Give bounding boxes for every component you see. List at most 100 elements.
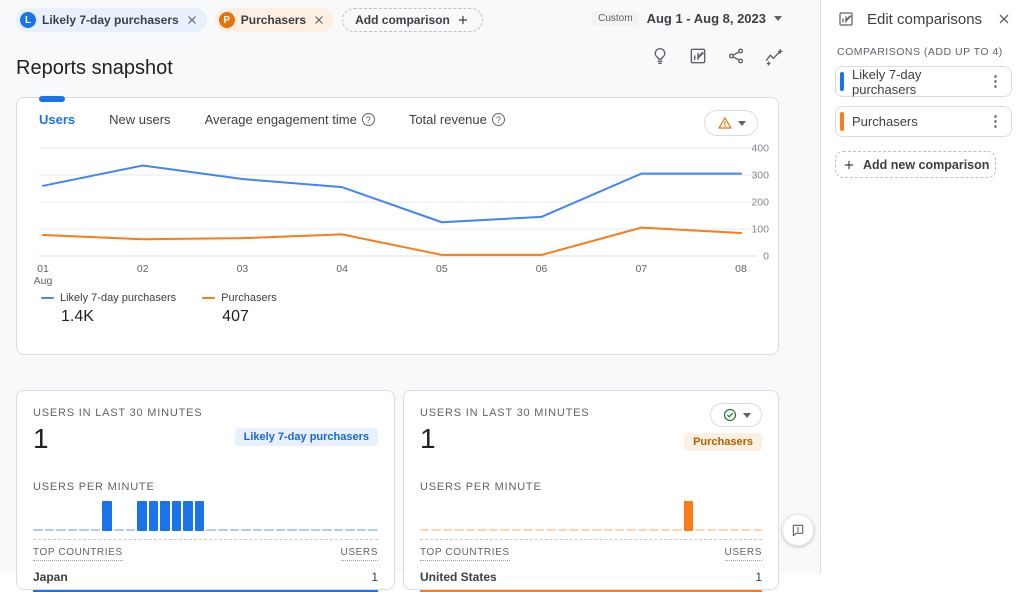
add-comparison-button[interactable]: Add comparison xyxy=(342,8,483,32)
svg-text:08: 08 xyxy=(735,263,747,275)
realtime-card-purchasers: USERS IN LAST 30 MINUTES 1 Purchasers US… xyxy=(403,390,779,590)
comparison-chips-row: L Likely 7-day purchasers P Purchasers A… xyxy=(16,8,483,32)
insights-sparkline-icon[interactable] xyxy=(764,46,784,66)
comparison-chip-label: Purchasers xyxy=(241,13,306,27)
data-quality-ok-button[interactable] xyxy=(710,403,762,427)
users-per-minute-bars xyxy=(420,499,762,531)
comparison-item-likely-7-day[interactable]: Likely 7-day purchasers xyxy=(835,66,1012,97)
warning-triangle-icon xyxy=(717,115,733,131)
add-new-comparison-label: Add new comparison xyxy=(863,158,989,172)
svg-text:05: 05 xyxy=(436,263,448,275)
comparison-badge: Likely 7-day purchasers xyxy=(235,428,378,446)
tab-new-users[interactable]: New users xyxy=(109,112,170,127)
top-countries-table: TOP COUNTRIES USERS Japan 1 xyxy=(33,539,378,592)
active-tab-indicator xyxy=(39,96,65,102)
date-range-selector[interactable]: Custom Aug 1 - Aug 8, 2023 xyxy=(592,11,782,26)
comparison-accent-bar xyxy=(840,72,844,91)
plus-icon xyxy=(842,158,856,172)
top-countries-header[interactable]: TOP COUNTRIES xyxy=(420,547,510,561)
country-users: 1 xyxy=(371,570,378,584)
comparison-chip-label: Likely 7-day purchasers xyxy=(42,13,179,27)
help-icon[interactable] xyxy=(362,113,375,126)
legend-dash-icon xyxy=(202,297,215,299)
comparison-accent-bar xyxy=(840,112,844,131)
table-row: United States 1 xyxy=(420,561,762,592)
share-icon[interactable] xyxy=(726,46,746,66)
users-header[interactable]: USERS xyxy=(341,547,378,561)
users-header[interactable]: USERS xyxy=(725,547,762,561)
top-countries-table: TOP COUNTRIES USERS United States 1 xyxy=(420,539,762,592)
chevron-down-icon xyxy=(774,16,782,21)
svg-text:300: 300 xyxy=(751,170,769,182)
comparison-item-label: Likely 7-day purchasers xyxy=(852,67,988,97)
svg-text:100: 100 xyxy=(751,224,769,236)
plus-icon xyxy=(456,13,470,27)
tab-total-revenue[interactable]: Total revenue xyxy=(409,112,505,127)
svg-text:400: 400 xyxy=(751,143,769,155)
add-new-comparison-button[interactable]: Add new comparison xyxy=(835,151,996,178)
close-icon[interactable] xyxy=(185,13,199,27)
tab-users[interactable]: Users xyxy=(39,112,75,127)
help-icon[interactable] xyxy=(492,113,505,126)
comparison-badge: Purchasers xyxy=(684,433,762,451)
close-icon[interactable] xyxy=(312,13,326,27)
add-comparison-label: Add comparison xyxy=(355,13,450,27)
comparison-chip-initial: P xyxy=(219,12,235,28)
data-quality-warning-button[interactable] xyxy=(704,110,758,136)
svg-text:Aug: Aug xyxy=(34,275,53,287)
svg-text:06: 06 xyxy=(536,263,548,275)
table-row: Japan 1 xyxy=(33,561,378,592)
legend-total: 1.4K xyxy=(61,308,176,326)
realtime-metric-label: USERS IN LAST 30 MINUTES xyxy=(33,407,378,419)
comparison-chip-purchasers[interactable]: P Purchasers xyxy=(215,8,334,32)
country-name: Japan xyxy=(33,570,68,584)
main-content: L Likely 7-day purchasers P Purchasers A… xyxy=(0,0,820,573)
realtime-card-likely-7-day: USERS IN LAST 30 MINUTES 1 Likely 7-day … xyxy=(16,390,395,590)
svg-text:0: 0 xyxy=(763,251,769,263)
panel-header: Edit comparisons xyxy=(821,0,1024,36)
top-countries-header[interactable]: TOP COUNTRIES xyxy=(33,547,123,561)
metric-tabs: Users New users Average engagement time … xyxy=(39,112,505,127)
chart-legend: Likely 7-day purchasers 1.4K Purchasers … xyxy=(41,292,277,326)
svg-text:200: 200 xyxy=(751,197,769,209)
svg-text:02: 02 xyxy=(137,263,149,275)
users-per-minute-bars xyxy=(33,499,378,531)
legend-item-purchasers: Purchasers 407 xyxy=(202,292,277,326)
comparison-item-label: Purchasers xyxy=(852,114,988,129)
close-icon[interactable] xyxy=(996,11,1012,27)
check-circle-icon xyxy=(722,407,738,423)
comparison-chip-likely-7-day[interactable]: L Likely 7-day purchasers xyxy=(16,8,207,32)
legend-dash-icon xyxy=(41,297,54,299)
line-chart: 010020030040001Aug02030405060708 xyxy=(17,138,778,290)
users-per-minute-label: USERS PER MINUTE xyxy=(33,481,378,493)
users-per-minute-label: USERS PER MINUTE xyxy=(420,481,762,493)
feedback-button[interactable] xyxy=(782,514,814,546)
legend-item-likely-7-day: Likely 7-day purchasers 1.4K xyxy=(41,292,176,326)
country-users: 1 xyxy=(755,570,762,584)
edit-comparisons-panel: Edit comparisons COMPARISONS (ADD UP TO … xyxy=(820,0,1024,573)
svg-text:01: 01 xyxy=(37,263,49,275)
users-overview-card: Users New users Average engagement time … xyxy=(16,97,779,355)
chevron-down-icon xyxy=(738,121,746,126)
date-range-label: Aug 1 - Aug 8, 2023 xyxy=(647,11,766,26)
tab-average-engagement-time[interactable]: Average engagement time xyxy=(205,112,375,127)
kebab-menu-icon[interactable] xyxy=(988,114,1003,129)
country-name: United States xyxy=(420,570,497,584)
svg-text:04: 04 xyxy=(336,263,348,275)
report-action-icons xyxy=(650,46,784,66)
panel-title: Edit comparisons xyxy=(867,11,984,28)
customize-report-icon[interactable] xyxy=(688,46,708,66)
legend-label: Likely 7-day purchasers xyxy=(60,292,176,304)
legend-label: Purchasers xyxy=(221,292,277,304)
comparison-chip-initial: L xyxy=(20,12,36,28)
svg-text:07: 07 xyxy=(635,263,647,275)
kebab-menu-icon[interactable] xyxy=(988,74,1003,89)
comparisons-section-label: COMPARISONS (ADD UP TO 4) xyxy=(821,36,1024,66)
legend-total: 407 xyxy=(222,308,277,326)
insights-lightbulb-icon[interactable] xyxy=(650,46,670,66)
feedback-bubble-icon xyxy=(790,522,806,538)
page-title: Reports snapshot xyxy=(16,57,173,80)
comparison-item-purchasers[interactable]: Purchasers xyxy=(835,106,1012,137)
date-range-type-badge: Custom xyxy=(592,11,638,26)
chevron-down-icon xyxy=(743,413,751,418)
